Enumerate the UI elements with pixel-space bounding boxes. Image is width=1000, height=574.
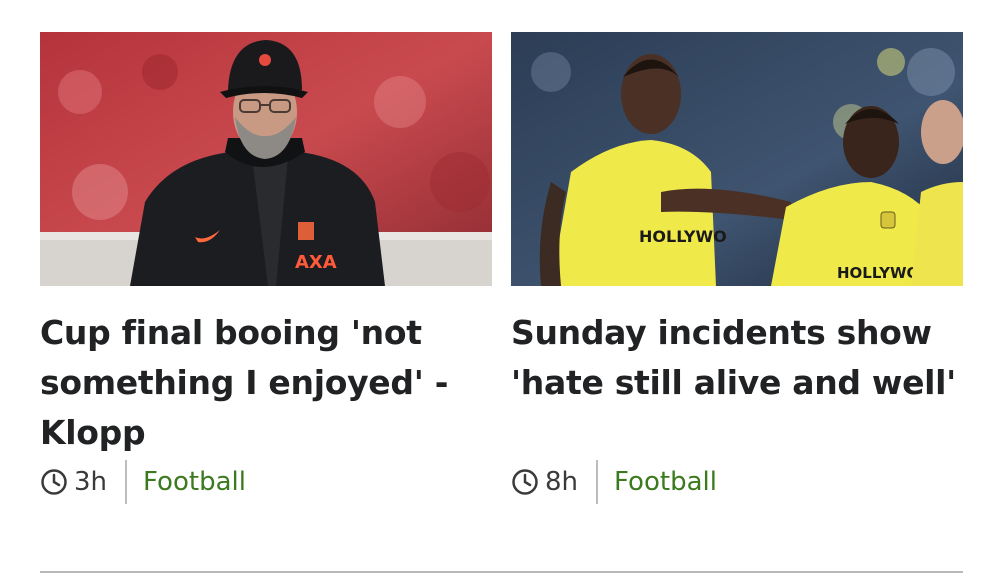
clock-icon (41, 469, 67, 495)
story-meta-2: 8h Football (511, 460, 717, 504)
shirt-sponsor-text: AXA (295, 252, 337, 273)
story-image-brentford[interactable]: HOLLYWO HOLLYWOOD (511, 32, 963, 286)
section-divider (40, 571, 963, 573)
shirt-sponsor-text-a: HOLLYWO (639, 227, 727, 246)
story-headline-2[interactable]: Sunday incidents show 'hate still alive … (511, 308, 963, 408)
story-meta-1: 3h Football (40, 460, 246, 504)
topic-link-football-1[interactable]: Football (143, 467, 246, 497)
clock-icon (512, 469, 538, 495)
story-time-1: 3h (74, 467, 108, 497)
meta-divider (596, 460, 599, 504)
story-card-2[interactable]: HOLLYWO HOLLYWOOD Sunday incidents show … (511, 32, 963, 408)
topic-link-football-2[interactable]: Football (614, 467, 717, 497)
story-headline-1[interactable]: Cup final booing 'not something I enjoye… (40, 308, 492, 458)
story-time-2: 8h (545, 467, 579, 497)
meta-divider (125, 460, 128, 504)
story-card-1[interactable]: AXA Cup final booing 'not something I en… (40, 32, 492, 458)
story-image-klopp[interactable]: AXA (40, 32, 492, 286)
